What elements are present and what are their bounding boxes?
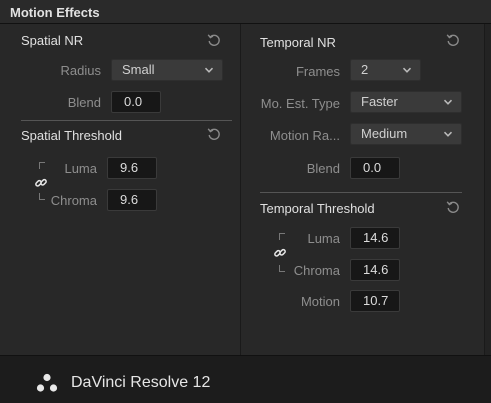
brand-name: DaVinci Resolve 12: [71, 374, 211, 391]
temporal-separator: [260, 192, 462, 193]
spatial-chroma-label: Chroma: [50, 193, 97, 208]
frames-value: 2: [361, 62, 369, 77]
motion-range-label: Motion Ra...: [269, 128, 340, 143]
link-bracket-bottom: [279, 265, 285, 272]
temporal-threshold-reset-icon[interactable]: [446, 200, 460, 214]
panel-header: Motion Effects: [0, 0, 491, 24]
link-bracket-bottom: [39, 193, 45, 200]
mo-est-type-value: Faster: [361, 94, 398, 109]
spatial-blend-label: Blend: [67, 95, 101, 110]
chevron-down-icon: [402, 65, 412, 75]
temporal-link-icon[interactable]: [273, 246, 287, 260]
motion-range-select[interactable]: Medium: [350, 123, 462, 145]
temporal-nr-reset-icon[interactable]: [446, 33, 460, 47]
motion-label: Motion: [300, 294, 340, 309]
motion-range-value: Medium: [361, 126, 408, 141]
spatial-threshold-reset-icon[interactable]: [207, 127, 221, 141]
temporal-luma-label: Luma: [307, 231, 340, 246]
temporal-chroma-field[interactable]: 14.6: [350, 259, 400, 281]
spatial-nr-reset-icon[interactable]: [207, 33, 221, 47]
temporal-nr-title: Temporal NR: [260, 35, 336, 50]
spatial-threshold-title: Spatial Threshold: [21, 128, 122, 143]
spatial-link-icon[interactable]: [34, 176, 48, 190]
panel-title: Motion Effects: [10, 5, 100, 20]
chevron-down-icon: [443, 97, 453, 107]
davinci-logo-icon: [36, 373, 58, 393]
temporal-blend-field[interactable]: 0.0: [350, 157, 400, 179]
radius-label: Radius: [60, 63, 101, 78]
spatial-separator: [21, 120, 232, 121]
panel-scrollbar[interactable]: [484, 24, 491, 355]
chevron-down-icon: [443, 129, 453, 139]
app-footer: DaVinci Resolve 12: [0, 355, 491, 403]
frames-select[interactable]: 2: [350, 59, 421, 81]
temporal-chroma-label: Chroma: [293, 263, 340, 278]
column-divider: [240, 24, 241, 355]
chevron-down-icon: [204, 65, 214, 75]
temporal-threshold-title: Temporal Threshold: [260, 201, 375, 216]
motion-field[interactable]: 10.7: [350, 290, 400, 312]
radius-select[interactable]: Small: [111, 59, 223, 81]
link-bracket-top: [279, 233, 285, 240]
spatial-chroma-field[interactable]: 9.6: [107, 189, 157, 211]
temporal-luma-field[interactable]: 14.6: [350, 227, 400, 249]
link-bracket-top: [39, 162, 45, 169]
spatial-nr-title: Spatial NR: [21, 33, 84, 48]
temporal-blend-label: Blend: [306, 161, 340, 176]
frames-label: Frames: [295, 64, 340, 79]
mo-est-type-label: Mo. Est. Type: [260, 96, 340, 111]
spatial-luma-label: Luma: [64, 161, 97, 176]
mo-est-type-select[interactable]: Faster: [350, 91, 462, 113]
spatial-luma-field[interactable]: 9.6: [107, 157, 157, 179]
radius-value: Small: [122, 62, 155, 77]
spatial-blend-field[interactable]: 0.0: [111, 91, 161, 113]
